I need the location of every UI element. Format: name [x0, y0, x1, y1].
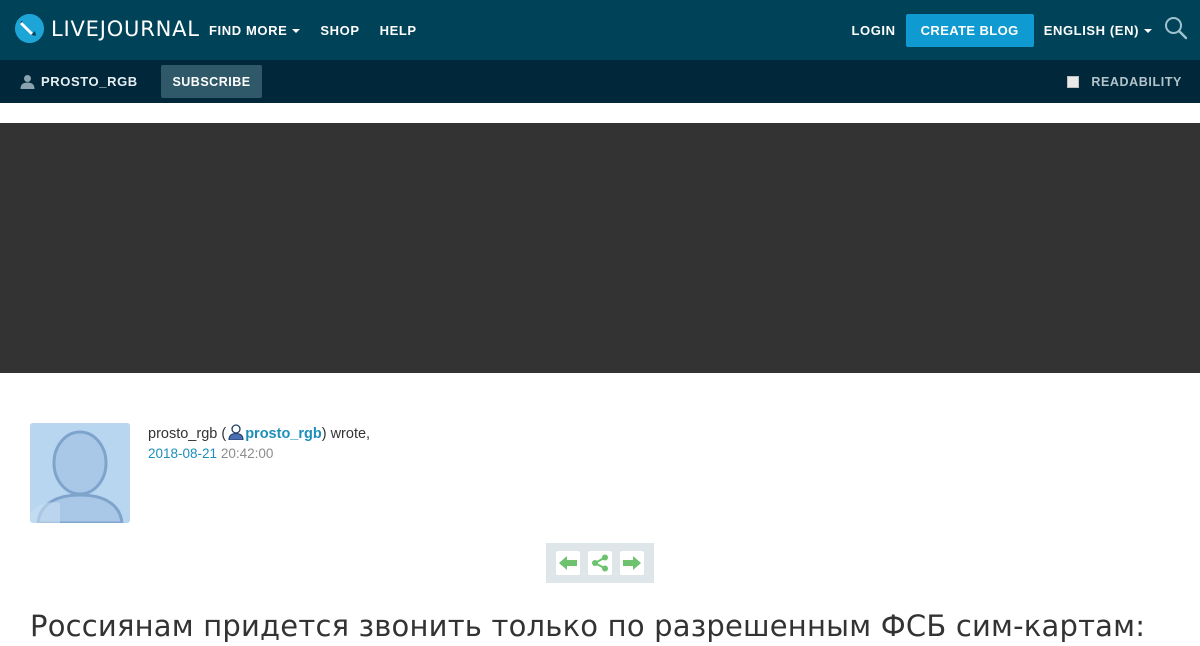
create-blog-label: CREATE BLOG	[920, 22, 1019, 38]
wrote-text: wrote,	[330, 426, 371, 442]
top-navigation-bar: LIVEJOURNAL FIND MORE SHOP HELP LOGIN CR…	[0, 0, 1200, 60]
login-link[interactable]: LOGIN	[851, 23, 895, 38]
post-author-name: prosto_rgb	[148, 426, 218, 442]
logo-text: LIVEJOURNAL	[51, 16, 200, 41]
arrow-left-icon[interactable]	[556, 551, 580, 575]
arrow-right-icon[interactable]	[620, 551, 644, 575]
readability-label: READABILITY	[1091, 74, 1182, 89]
default-userpic-icon	[30, 423, 130, 523]
journal-banner	[0, 123, 1200, 373]
chevron-down-icon	[292, 28, 301, 33]
share-icon[interactable]	[588, 551, 612, 575]
post-navigation-share	[546, 543, 654, 583]
subscribe-label: SUBSCRIBE	[172, 74, 251, 89]
nav-find-more[interactable]: FIND MORE	[209, 22, 301, 38]
post-date-link[interactable]: 2018-08-21	[148, 446, 217, 461]
nav-help[interactable]: HELP	[380, 23, 417, 38]
nav-help-label: HELP	[379, 22, 417, 38]
journal-user-link[interactable]: PROSTO_RGB	[20, 60, 138, 103]
livejournal-logo[interactable]: LIVEJOURNAL	[15, 14, 200, 43]
chevron-down-icon	[1144, 28, 1152, 33]
author-profile-link[interactable]: prosto_rgb	[245, 426, 322, 442]
readability-checkbox[interactable]	[1067, 75, 1080, 88]
user-icon	[20, 75, 35, 89]
paren-open: (	[217, 426, 227, 442]
subscribe-button[interactable]: SUBSCRIBE	[161, 65, 262, 98]
logo-pencil-icon	[15, 14, 44, 43]
user-icon[interactable]	[228, 424, 244, 444]
language-selector[interactable]: ENGLISH (EN)	[1044, 23, 1152, 38]
readability-toggle[interactable]: READABILITY	[1067, 60, 1182, 103]
journal-bar: PROSTO_RGB SUBSCRIBE READABILITY	[0, 60, 1200, 103]
language-label: ENGLISH (EN)	[1043, 22, 1139, 38]
nav-shop[interactable]: SHOP	[320, 23, 359, 38]
post-meta: prosto_rgb ( prosto_rgb ) wrote, 2018-08…	[148, 424, 370, 461]
paren-close: )	[321, 426, 331, 442]
nav-find-more-label: FIND MORE	[209, 22, 288, 38]
post-title: Россиянам придется звонить только по раз…	[30, 609, 1146, 643]
avatar[interactable]	[30, 423, 130, 523]
header-right-actions: LOGIN CREATE BLOG ENGLISH (EN)	[851, 0, 1200, 60]
post-time: 20:42:00	[220, 446, 274, 461]
search-icon[interactable]	[1164, 16, 1188, 40]
create-blog-button[interactable]: CREATE BLOG	[905, 13, 1034, 47]
journal-username: PROSTO_RGB	[41, 74, 138, 89]
nav-shop-label: SHOP	[320, 22, 360, 38]
main-nav: FIND MORE SHOP HELP	[209, 0, 437, 60]
